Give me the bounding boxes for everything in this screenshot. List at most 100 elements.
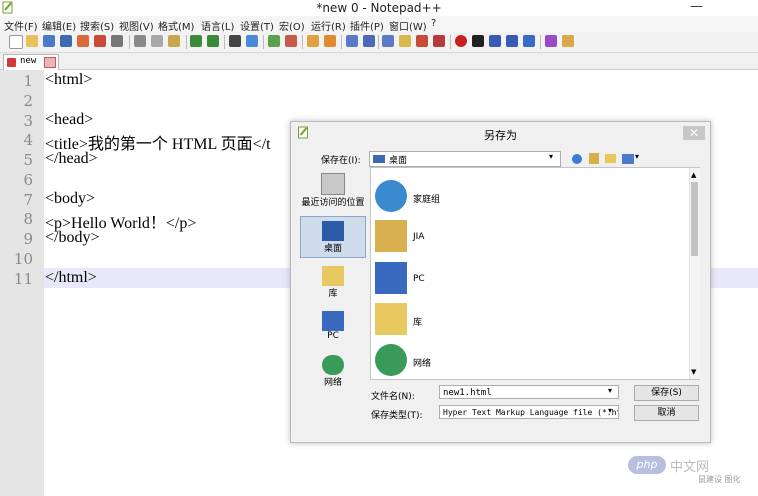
place-pc[interactable]: PC: [300, 311, 366, 341]
play-macro-icon[interactable]: [489, 35, 501, 47]
title-bar: *new 0 - Notepad++ —: [0, 0, 758, 16]
file-name: JIA: [413, 232, 425, 242]
toolbar: [0, 32, 758, 53]
unsaved-file-icon: [7, 58, 16, 67]
place-library[interactable]: 库: [300, 266, 366, 299]
find-icon[interactable]: [229, 35, 241, 47]
spell-check-icon[interactable]: [545, 35, 557, 47]
desktop-icon: [373, 155, 385, 163]
indent-guide-icon[interactable]: [382, 35, 394, 47]
save-in-dropdown[interactable]: 桌面 ▾: [369, 151, 561, 167]
menu-view[interactable]: 视图(V): [119, 18, 154, 33]
scrollbar[interactable]: ▲ ▼: [689, 168, 700, 379]
scrollbar-thumb[interactable]: [691, 182, 698, 256]
code-line[interactable]: </body>: [45, 229, 100, 247]
code-line[interactable]: </html>: [45, 269, 97, 287]
place-recent[interactable]: 最近访问的位置: [300, 173, 366, 208]
chevron-down-icon[interactable]: ▾: [608, 406, 612, 415]
function-list-icon[interactable]: [433, 35, 445, 47]
place-desktop[interactable]: 桌面: [300, 216, 366, 258]
document-map-icon[interactable]: [416, 35, 428, 47]
copy-icon[interactable]: [151, 35, 163, 47]
menu-language[interactable]: 语言(L): [201, 18, 234, 33]
dialog-title: 另存为: [484, 129, 517, 142]
cancel-button[interactable]: 取消: [634, 405, 699, 421]
menu-format[interactable]: 格式(M): [158, 18, 194, 33]
sync-horizontal-icon[interactable]: [324, 35, 336, 47]
watermark-site: 中文网: [670, 460, 710, 475]
code-line[interactable]: <html>: [45, 71, 92, 89]
computer-icon: [375, 262, 407, 294]
word-wrap-icon[interactable]: [346, 35, 358, 47]
list-item[interactable]: 网络: [375, 344, 655, 380]
zoom-in-icon[interactable]: [268, 35, 280, 47]
line-number: 4: [23, 131, 33, 149]
up-folder-icon[interactable]: [589, 153, 599, 164]
stop-macro-icon[interactable]: [472, 35, 484, 47]
paste-icon[interactable]: [168, 35, 180, 47]
menu-macro[interactable]: 宏(O): [279, 18, 305, 33]
user-folder-icon: [375, 220, 407, 252]
menu-edit[interactable]: 编辑(E): [42, 18, 76, 33]
place-label: 最近访问的位置: [301, 198, 365, 208]
cut-icon[interactable]: [134, 35, 146, 47]
chevron-down-icon[interactable]: ▾: [608, 386, 612, 395]
filename-input[interactable]: new1.html: [439, 385, 619, 399]
line-number: 5: [23, 151, 33, 169]
menu-help[interactable]: ?: [431, 18, 436, 29]
redo-icon[interactable]: [207, 35, 219, 47]
scroll-down-icon[interactable]: ▼: [691, 368, 696, 376]
recent-places-icon: [321, 173, 345, 195]
show-all-chars-icon[interactable]: [363, 35, 375, 47]
menu-search[interactable]: 搜索(S): [80, 18, 114, 33]
code-line[interactable]: <body>: [45, 190, 95, 208]
line-number: 1: [23, 72, 33, 90]
view-menu-icon[interactable]: [622, 154, 634, 164]
list-item[interactable]: PC: [375, 262, 655, 298]
print-icon[interactable]: [111, 35, 123, 47]
back-icon[interactable]: [572, 154, 582, 164]
save-all-icon[interactable]: [60, 35, 72, 47]
line-number: 9: [23, 230, 33, 248]
menu-plugins[interactable]: 插件(P): [350, 18, 384, 33]
dialog-close-button[interactable]: ✕: [683, 126, 705, 140]
save-macro-icon[interactable]: [523, 35, 535, 47]
code-line[interactable]: </head>: [45, 150, 98, 168]
new-folder-icon[interactable]: [605, 154, 616, 163]
language-icon[interactable]: [399, 35, 411, 47]
save-button[interactable]: 保存(S): [634, 385, 699, 401]
minimize-button[interactable]: —: [690, 0, 703, 14]
scroll-up-icon[interactable]: ▲: [691, 171, 696, 179]
plugin-icon[interactable]: [562, 35, 574, 47]
filetype-select[interactable]: Hyper Text Markup Language file (*.ht: [439, 405, 619, 419]
close-file-icon[interactable]: [77, 35, 89, 47]
new-file-icon[interactable]: [9, 35, 23, 49]
list-item[interactable]: JIA: [375, 220, 655, 256]
menu-settings[interactable]: 设置(T): [240, 18, 274, 33]
sync-vertical-icon[interactable]: [307, 35, 319, 47]
place-label: PC: [327, 331, 339, 341]
code-line[interactable]: <head>: [45, 111, 93, 129]
menu-window[interactable]: 窗口(W): [389, 18, 427, 33]
line-number: 11: [13, 270, 33, 288]
close-all-icon[interactable]: [94, 35, 106, 47]
zoom-out-icon[interactable]: [285, 35, 297, 47]
undo-icon[interactable]: [190, 35, 202, 47]
tab-new[interactable]: new: [3, 54, 59, 70]
list-item[interactable]: 家庭组: [375, 180, 655, 216]
place-label: 库: [328, 289, 338, 299]
list-item[interactable]: 库: [375, 303, 655, 339]
record-macro-icon[interactable]: [455, 35, 467, 47]
line-number: 8: [23, 210, 33, 228]
menu-run[interactable]: 运行(R): [311, 18, 346, 33]
places-bar: 最近访问的位置 桌面 库 PC 网络: [300, 167, 367, 424]
run-macro-multiple-icon[interactable]: [506, 35, 518, 47]
tab-close-icon[interactable]: [44, 57, 56, 68]
save-in-value: 桌面: [389, 156, 408, 166]
menu-file[interactable]: 文件(F): [4, 18, 38, 33]
open-file-icon[interactable]: [26, 35, 38, 47]
save-icon[interactable]: [43, 35, 55, 47]
desktop-icon: [322, 221, 344, 241]
place-network[interactable]: 网络: [300, 355, 366, 388]
replace-icon[interactable]: [246, 35, 258, 47]
